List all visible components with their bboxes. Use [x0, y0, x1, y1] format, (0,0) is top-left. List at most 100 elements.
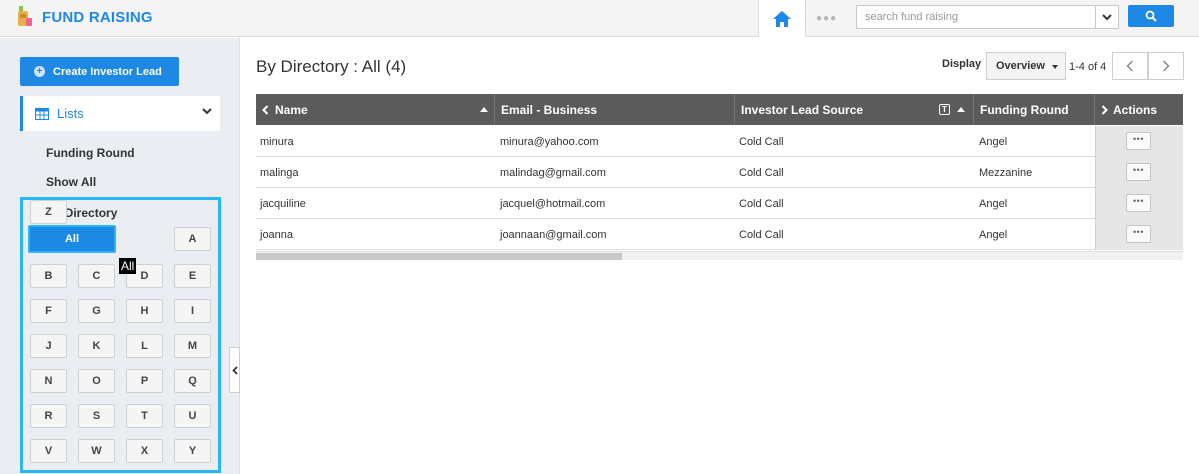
directory-letter-o[interactable]: O	[78, 369, 115, 393]
chevron-down-icon	[202, 108, 212, 115]
directory-letter-r[interactable]: R	[30, 404, 67, 428]
column-header-name[interactable]: Name	[256, 94, 495, 125]
directory-letter-y[interactable]: Y	[174, 439, 211, 463]
directory-letter-a[interactable]: A	[174, 227, 211, 251]
table-row[interactable]: joanna joannaan@gmail.com Cold Call Angel ••…	[256, 219, 1183, 250]
directory-letter-m[interactable]: M	[174, 334, 211, 358]
column-header-email[interactable]: Email - Business	[495, 94, 735, 125]
row-actions-button[interactable]: •••	[1126, 163, 1151, 181]
chevron-left-icon	[262, 104, 269, 115]
cell-lead-source: Cold Call	[739, 228, 784, 241]
cell-lead-source: Cold Call	[739, 166, 784, 179]
more-dots-icon[interactable]: ●●●	[816, 13, 837, 24]
directory-letter-f[interactable]: F	[30, 299, 67, 323]
cell-name[interactable]: joanna	[260, 219, 293, 250]
list-table-icon	[35, 107, 49, 120]
cell-actions: •••	[1095, 157, 1183, 188]
collapse-sidebar-button[interactable]	[229, 347, 240, 393]
directory-letter-z[interactable]: Z	[30, 200, 67, 224]
create-investor-lead-button[interactable]: + Create Investor Lead	[20, 57, 179, 86]
cell-email: minura@yahoo.com	[500, 135, 599, 148]
tooltip: All	[119, 258, 137, 274]
directory-letter-h[interactable]: H	[126, 299, 163, 323]
row-actions-button[interactable]: •••	[1126, 194, 1151, 212]
horizontal-scrollbar[interactable]	[256, 251, 1183, 260]
fund-raising-logo-icon	[16, 6, 34, 28]
directory-letter-q[interactable]: Q	[174, 369, 211, 393]
table-row[interactable]: jacquiline jacquel@hotmail.com Cold Call An…	[256, 188, 1183, 219]
chevron-right-icon	[1101, 104, 1108, 115]
plus-icon: +	[34, 66, 45, 77]
home-icon	[773, 10, 791, 27]
chevron-left-icon	[1126, 60, 1134, 72]
table-header: Name Email - Business Investor Lead Sour…	[256, 94, 1183, 125]
directory-letter-l[interactable]: L	[126, 334, 163, 358]
column-header-name-label: Name	[275, 102, 308, 117]
column-header-actions[interactable]: Actions	[1095, 94, 1183, 125]
column-header-funding-round-label: Funding Round	[980, 102, 1069, 117]
column-header-lead-source[interactable]: Investor Lead Source T	[735, 94, 974, 125]
directory-letter-x[interactable]: X	[126, 439, 163, 463]
chevron-right-icon	[1162, 60, 1170, 72]
page-title: By Directory : All (4)	[256, 57, 407, 76]
lists-label: Lists	[57, 106, 84, 121]
sidebar-link-funding-round[interactable]: Funding Round	[46, 146, 135, 160]
chevron-left-icon	[231, 365, 238, 375]
cell-name[interactable]: minura	[260, 126, 294, 157]
caret-down-icon	[1052, 65, 1058, 69]
create-investor-lead-label: Create Investor Lead	[53, 65, 162, 78]
cell-email: malindag@gmail.com	[500, 166, 606, 179]
cell-name[interactable]: malinga	[260, 157, 299, 188]
directory-letter-u[interactable]: U	[174, 404, 211, 428]
table-row[interactable]: malinga malindag@gmail.com Cold Call Mezzan…	[256, 157, 1183, 188]
directory-letter-v[interactable]: V	[30, 439, 67, 463]
sidebar-link-show-all[interactable]: Show All	[46, 175, 96, 189]
app-title: FUND RAISING	[42, 8, 153, 26]
row-actions-button[interactable]: •••	[1126, 225, 1151, 243]
cell-funding-round: Angel	[979, 228, 1008, 241]
directory-letter-all[interactable]: All	[28, 225, 116, 253]
next-page-button[interactable]	[1148, 52, 1184, 80]
row-actions-button[interactable]: •••	[1126, 132, 1151, 150]
directory-letter-k[interactable]: K	[78, 334, 115, 358]
lists-dropdown[interactable]: Lists	[20, 96, 220, 131]
directory-letter-j[interactable]: J	[30, 334, 67, 358]
directory-letter-b[interactable]: B	[30, 264, 67, 288]
directory-letter-n[interactable]: N	[30, 369, 67, 393]
search-input[interactable]	[856, 5, 1096, 29]
directory-letter-i[interactable]: I	[174, 299, 211, 323]
cell-actions: •••	[1095, 219, 1183, 250]
cell-name[interactable]: jacquiline	[260, 188, 306, 219]
home-button[interactable]	[758, 0, 806, 37]
directory-letter-w[interactable]: W	[78, 439, 115, 463]
display-select[interactable]: Overview	[986, 52, 1066, 80]
directory-letter-e[interactable]: E	[174, 264, 211, 288]
column-header-lead-source-label: Investor Lead Source	[741, 102, 864, 117]
filter-icon[interactable]: T	[939, 104, 950, 115]
scrollbar-thumb[interactable]	[256, 253, 622, 260]
previous-page-button[interactable]	[1112, 52, 1148, 80]
cell-email: jacquel@hotmail.com	[500, 197, 606, 210]
directory-letter-c[interactable]: C	[78, 264, 115, 288]
search-icon	[1145, 10, 1157, 22]
directory-letter-t[interactable]: T	[126, 404, 163, 428]
directory-letter-s[interactable]: S	[78, 404, 115, 428]
directory-letter-p[interactable]: P	[126, 369, 163, 393]
top-bar: FUND RAISING ●●●	[0, 0, 1199, 37]
by-directory-panel: By Directory All A B C D E F G H I J K L M N O P Q R S T U V W X…	[20, 197, 221, 473]
cell-actions: •••	[1095, 126, 1183, 157]
cell-funding-round: Angel	[979, 197, 1008, 210]
table-row[interactable]: minura minura@yahoo.com Cold Call Angel •••	[256, 126, 1183, 157]
column-header-funding-round[interactable]: Funding Round	[974, 94, 1095, 125]
cell-funding-round: Mezzanine	[979, 166, 1033, 179]
cell-lead-source: Cold Call	[739, 135, 784, 148]
cell-actions: •••	[1095, 188, 1183, 219]
sidebar: + Create Investor Lead Lists Funding Rou…	[0, 38, 240, 474]
display-label: Display	[942, 58, 982, 70]
search-dropdown-button[interactable]	[1095, 5, 1119, 29]
app-brand[interactable]: FUND RAISING	[16, 6, 153, 28]
search-button[interactable]	[1128, 5, 1174, 27]
cell-funding-round: Angel	[979, 135, 1008, 148]
directory-letter-g[interactable]: G	[78, 299, 115, 323]
sort-up-icon	[480, 107, 488, 112]
